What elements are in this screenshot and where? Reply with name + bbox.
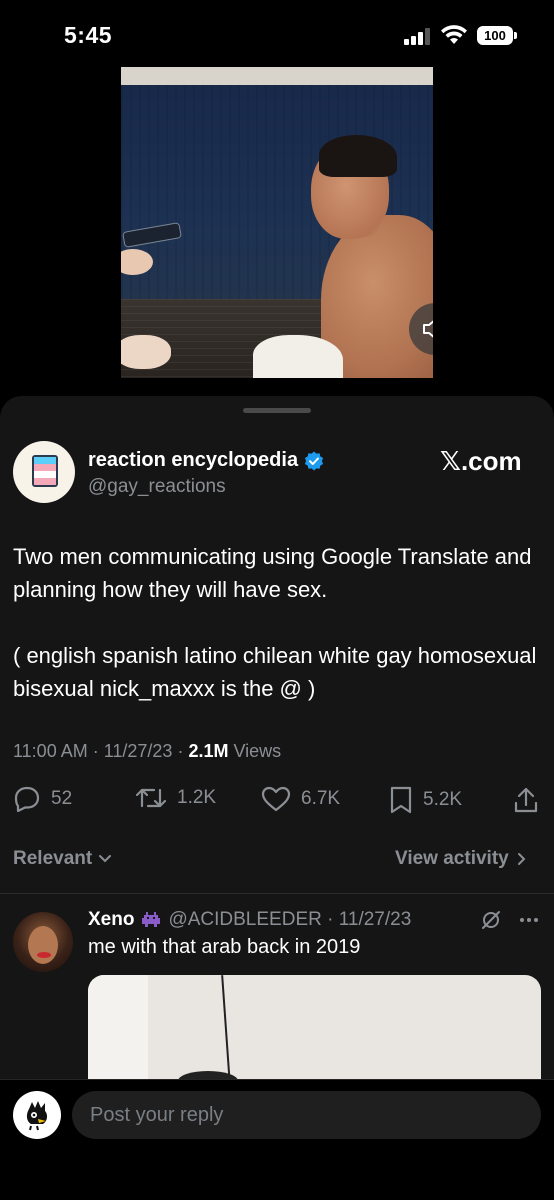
author-avatar[interactable] xyxy=(13,441,75,503)
status-bar: 5:45 100 xyxy=(0,0,554,66)
like-count: 6.7K xyxy=(301,788,341,809)
grok-icon[interactable] xyxy=(481,910,501,930)
reply-count: 52 xyxy=(51,788,73,809)
reply-header: Xeno @ACIDBLEEDER · 11/27/23 xyxy=(88,909,411,931)
divider xyxy=(0,893,554,894)
tweet-actions: 52 1.2K 6.7K 5.2K xyxy=(13,786,543,818)
reply-button[interactable]: 52 xyxy=(13,786,72,812)
reply-media-cord xyxy=(221,975,231,1085)
reply-media[interactable] xyxy=(88,975,541,1085)
author-handle[interactable]: @gay_reactions xyxy=(88,476,226,498)
reply-toolbar xyxy=(481,910,539,930)
tweet-timestamp: 11:00 AM · 11/27/23 · xyxy=(13,741,189,761)
reply-text: me with that arab back in 2019 xyxy=(88,936,361,958)
chevron-down-icon xyxy=(99,855,112,863)
repost-button[interactable]: 1.2K xyxy=(135,786,216,810)
reply-author-name[interactable]: Xeno xyxy=(88,909,134,931)
signal-icon xyxy=(404,28,430,45)
author-name[interactable]: reaction encyclopedia xyxy=(88,449,298,472)
video-scene-sheet xyxy=(253,335,343,378)
video-player[interactable] xyxy=(121,67,433,378)
reply-media-wall xyxy=(88,975,148,1085)
source-label[interactable]: 𝕏.com xyxy=(440,446,522,477)
sort-label: Relevant xyxy=(13,848,93,869)
video-scene-hair xyxy=(319,135,397,177)
bookmark-count: 5.2K xyxy=(423,789,463,810)
reply-handle-date[interactable]: @ACIDBLEEDER · 11/27/23 xyxy=(168,909,411,931)
reply-icon xyxy=(14,786,40,812)
like-button[interactable]: 6.7K xyxy=(261,786,340,812)
alien-monster-icon xyxy=(142,912,161,927)
tweet-text: Two men communicating using Google Trans… xyxy=(13,544,537,701)
chevron-right-icon xyxy=(517,853,526,865)
author-name-row[interactable]: reaction encyclopedia xyxy=(88,449,324,472)
view-activity-label: View activity xyxy=(395,848,509,869)
my-avatar[interactable] xyxy=(13,1091,61,1139)
avatar-face xyxy=(28,926,58,964)
verified-badge-icon xyxy=(304,451,324,470)
status-time: 5:45 xyxy=(64,22,113,48)
user-avatar-icon xyxy=(26,1101,48,1131)
reply-input[interactable] xyxy=(72,1091,541,1139)
avatar-lips xyxy=(37,952,51,958)
share-icon xyxy=(514,787,538,813)
bookmark-button[interactable]: 5.2K xyxy=(389,786,462,814)
repost-count: 1.2K xyxy=(177,787,217,808)
repost-icon xyxy=(135,788,167,808)
views-label: Views xyxy=(228,741,282,761)
sheet-grabber[interactable] xyxy=(243,408,311,413)
heart-icon xyxy=(261,786,291,812)
sort-relevant-dropdown[interactable]: Relevant xyxy=(13,848,112,870)
wifi-icon xyxy=(441,25,467,44)
video-scene-hand-2 xyxy=(121,335,171,369)
volume-icon xyxy=(423,320,433,338)
battery-icon: 100 xyxy=(477,26,513,45)
video-scene-wall xyxy=(121,67,433,87)
share-button[interactable] xyxy=(513,786,539,814)
tweet-meta: 11:00 AM · 11/27/23 · 2.1M Views xyxy=(13,741,281,762)
views-count[interactable]: 2.1M xyxy=(188,741,228,761)
battery-tip xyxy=(514,32,517,39)
book-icon xyxy=(32,455,58,487)
bookmark-icon xyxy=(390,786,412,814)
reply-avatar[interactable] xyxy=(13,912,73,972)
more-options-icon[interactable] xyxy=(519,917,539,923)
view-activity-link[interactable]: View activity xyxy=(395,848,527,870)
